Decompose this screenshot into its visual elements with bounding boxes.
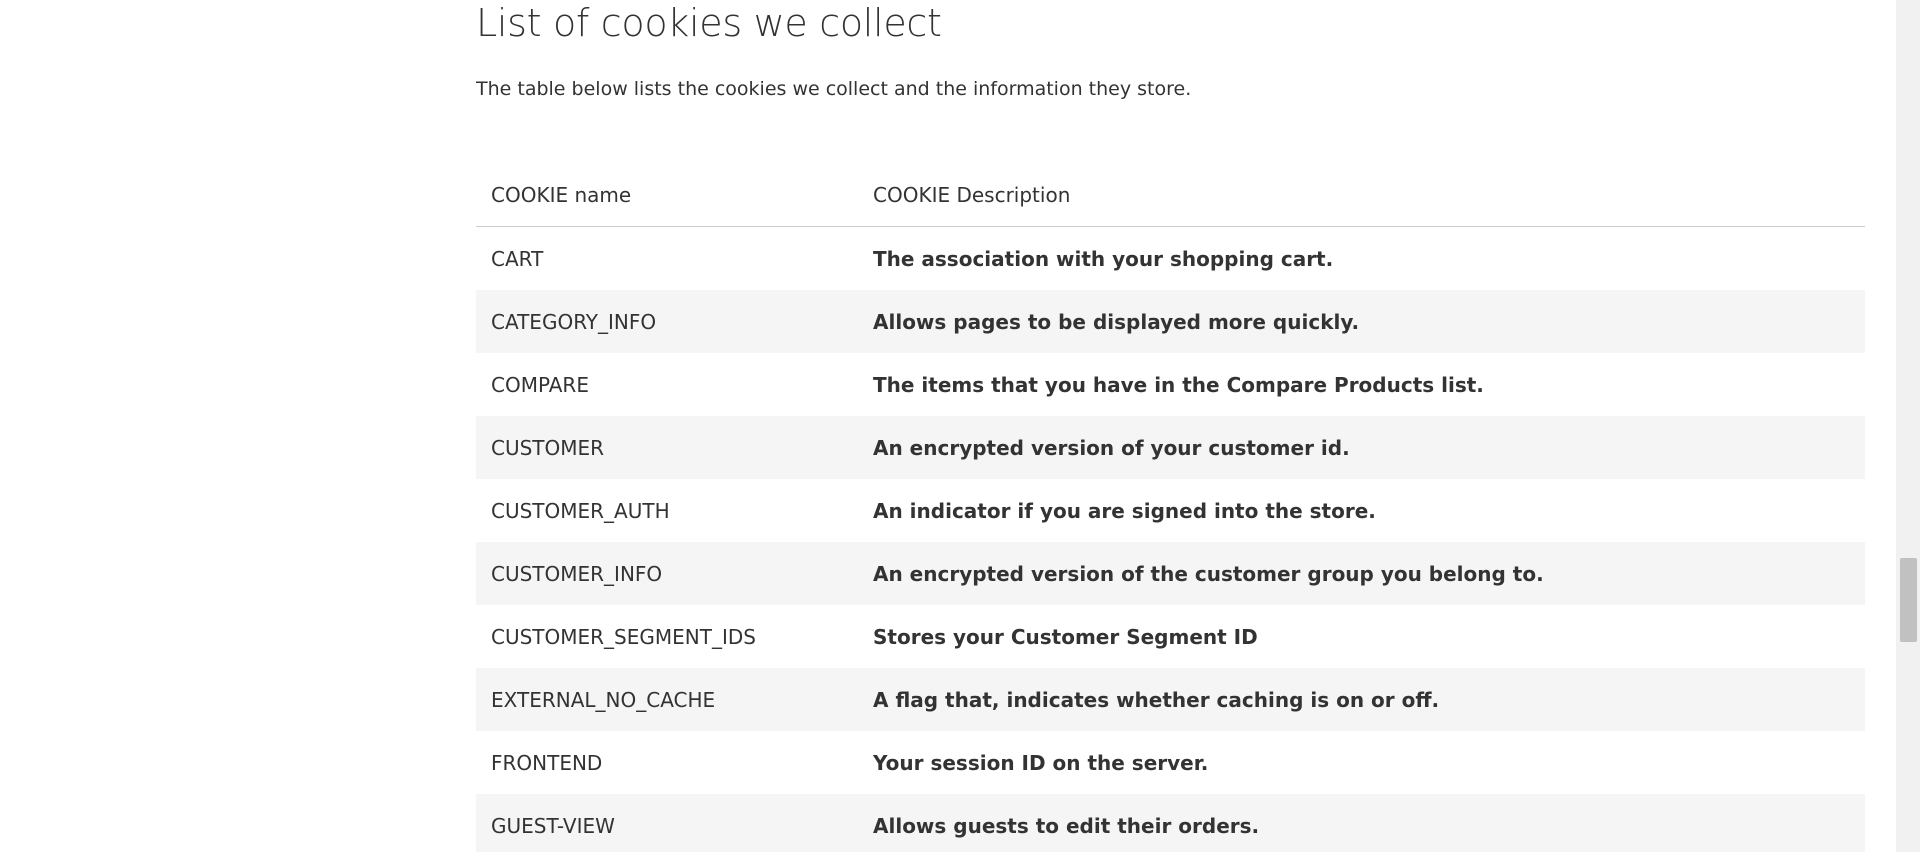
cookie-name: CUSTOMER_INFO [476,542,858,605]
column-header-name: COOKIE name [476,164,858,227]
table-row: CUSTOMER_AUTH An indicator if you are si… [476,479,1865,542]
table-row: GUEST-VIEW Allows guests to edit their o… [476,794,1865,852]
page-title: List of cookies we collect [476,1,942,45]
cookie-name: CUSTOMER [476,416,858,479]
vertical-scrollbar[interactable] [1896,0,1920,852]
table-row: COMPARE The items that you have in the C… [476,353,1865,416]
cookie-description: Allows pages to be displayed more quickl… [858,290,1865,353]
scrollbar-thumb[interactable] [1900,558,1917,642]
table-row: CUSTOMER_SEGMENT_IDS Stores your Custome… [476,605,1865,668]
cookie-name: EXTERNAL_NO_CACHE [476,668,858,731]
cookie-description: Stores your Customer Segment ID [873,624,1258,649]
table-row: EXTERNAL_NO_CACHE A flag that, indicates… [476,668,1865,731]
cookie-name: CUSTOMER_AUTH [491,498,670,523]
table-row: CATEGORY_INFO Allows pages to be display… [476,290,1865,353]
cookie-name: CUSTOMER_SEGMENT_IDS [491,624,756,649]
cookie-description: The association with your shopping cart. [873,246,1334,271]
table-row: FRONTEND Your session ID on the server. [476,731,1865,794]
cookie-name: GUEST-VIEW [476,794,858,852]
page: List of cookies we collect The table bel… [0,0,1920,852]
cookie-name: FRONTEND [491,750,603,775]
intro-text: The table below lists the cookies we col… [476,78,1192,100]
cookie-name: CATEGORY_INFO [476,290,858,353]
cookie-description: An encrypted version of your customer id… [858,416,1865,479]
cookie-description: A flag that, indicates whether caching i… [858,668,1865,731]
table-row: CUSTOMER An encrypted version of your cu… [476,416,1865,479]
cookie-description: Allows guests to edit their orders. [858,794,1865,852]
cookie-name: COMPARE [491,372,589,397]
cookies-table: COOKIE name COOKIE Description CART The … [476,164,1865,852]
cookie-description: An encrypted version of the customer gro… [858,542,1865,605]
table-header-row: COOKIE name COOKIE Description [476,164,1865,227]
table-row: CUSTOMER_INFO An encrypted version of th… [476,542,1865,605]
cookie-description: Your session ID on the server. [873,750,1209,775]
table-row: CART The association with your shopping … [476,227,1865,291]
column-header-description: COOKIE Description [858,164,1865,227]
cookie-description: The items that you have in the Compare P… [873,372,1484,397]
cookie-name: CART [491,246,544,271]
cookie-description: An indicator if you are signed into the … [873,498,1376,523]
